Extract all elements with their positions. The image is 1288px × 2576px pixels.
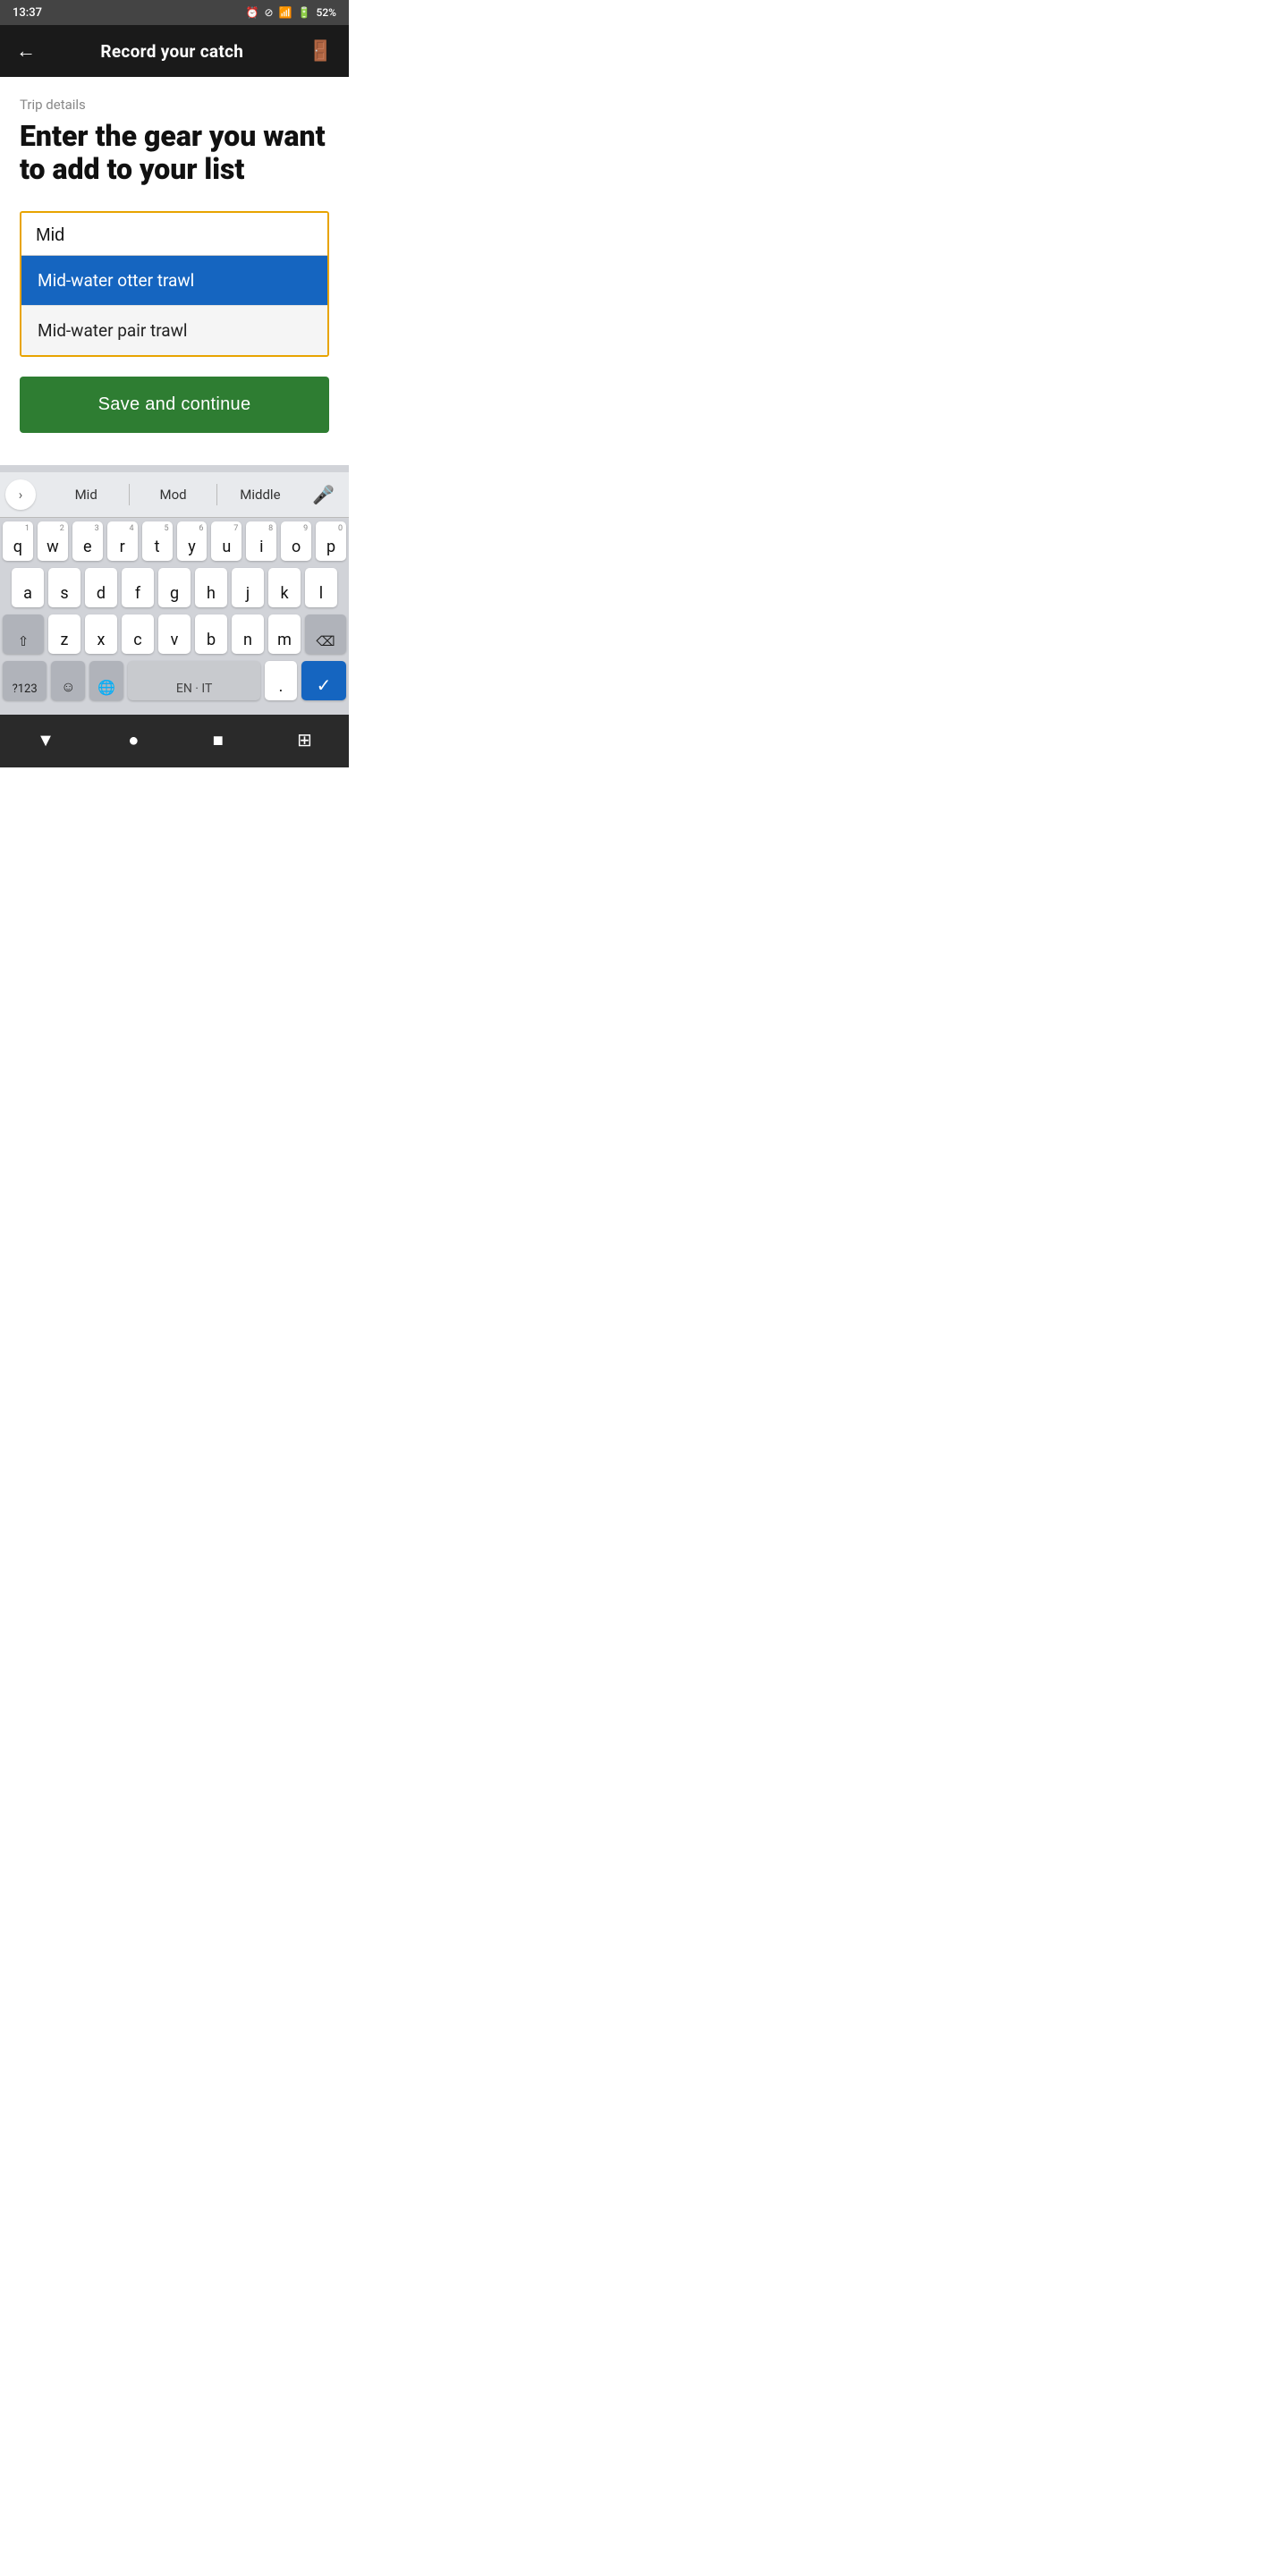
- suggestion-3[interactable]: Middle: [217, 483, 303, 506]
- suggestions-expand-button[interactable]: ›: [5, 479, 36, 510]
- back-button[interactable]: ←: [16, 39, 36, 63]
- enter-key[interactable]: ✓: [301, 661, 346, 700]
- section-label: Trip details: [20, 97, 329, 113]
- key-g[interactable]: g: [158, 568, 191, 607]
- nav-recents-button[interactable]: ■: [197, 724, 240, 757]
- nav-grid-button[interactable]: ⊞: [281, 724, 328, 756]
- keyboard-area: › Mid Mod Middle 🎤 1q 2w 3e 4r 5t 6y 7u …: [0, 465, 349, 715]
- key-i[interactable]: 8i: [246, 521, 276, 561]
- key-r[interactable]: 4r: [107, 521, 138, 561]
- key-s[interactable]: s: [48, 568, 80, 607]
- key-row-1: 1q 2w 3e 4r 5t 6y 7u 8i 9o 0p: [3, 521, 346, 561]
- gear-search-input[interactable]: [21, 213, 327, 256]
- globe-key[interactable]: 🌐: [89, 661, 123, 700]
- key-z[interactable]: z: [48, 614, 80, 654]
- key-l[interactable]: l: [305, 568, 337, 607]
- key-w[interactable]: 2w: [38, 521, 68, 561]
- language-space-key[interactable]: EN · IT: [128, 661, 260, 700]
- key-c[interactable]: c: [122, 614, 154, 654]
- emoji-key[interactable]: ☺: [51, 661, 85, 700]
- key-d[interactable]: d: [85, 568, 117, 607]
- key-o[interactable]: 9o: [281, 521, 311, 561]
- key-u[interactable]: 7u: [211, 521, 242, 561]
- signal-icon: 📶: [279, 6, 292, 19]
- save-continue-button[interactable]: Save and continue: [20, 377, 329, 433]
- status-bar: 13:37 ⏰ ⊘ 📶 🔋 52%: [0, 0, 349, 25]
- key-h[interactable]: h: [195, 568, 227, 607]
- nav-home-button[interactable]: ●: [112, 724, 155, 757]
- key-a[interactable]: a: [12, 568, 44, 607]
- dropdown-option-2[interactable]: Mid-water pair trawl: [21, 305, 327, 355]
- key-q[interactable]: 1q: [3, 521, 33, 561]
- key-m[interactable]: m: [268, 614, 301, 654]
- key-k[interactable]: k: [268, 568, 301, 607]
- key-v[interactable]: v: [158, 614, 191, 654]
- suggestion-1[interactable]: Mid: [43, 483, 129, 506]
- key-t[interactable]: 5t: [142, 521, 173, 561]
- gear-input-container: Mid-water otter trawl Mid-water pair tra…: [20, 211, 329, 357]
- status-time: 13:37: [13, 6, 42, 20]
- key-p[interactable]: 0p: [316, 521, 346, 561]
- num123-key[interactable]: ?123: [3, 661, 47, 700]
- key-n[interactable]: n: [232, 614, 264, 654]
- key-e[interactable]: 3e: [72, 521, 103, 561]
- key-j[interactable]: j: [232, 568, 264, 607]
- battery-percent: 52%: [317, 6, 336, 19]
- main-content: Trip details Enter the gear you want to …: [0, 77, 349, 449]
- suggestion-2[interactable]: Mod: [130, 483, 216, 506]
- logout-button[interactable]: 🚪: [309, 40, 333, 63]
- period-key[interactable]: .: [265, 661, 297, 700]
- app-bar: ← Record your catch 🚪: [0, 25, 349, 77]
- key-row-3: ⇧ z x c v b n m ⌫: [3, 614, 346, 654]
- backspace-key[interactable]: ⌫: [305, 614, 346, 654]
- dropdown-option-1[interactable]: Mid-water otter trawl: [21, 256, 327, 305]
- mic-icon[interactable]: 🎤: [303, 480, 343, 509]
- key-b[interactable]: b: [195, 614, 227, 654]
- suggestions-bar: › Mid Mod Middle 🎤: [0, 472, 349, 518]
- key-x[interactable]: x: [85, 614, 117, 654]
- key-row-4: ?123 ☺ 🌐 EN · IT . ✓: [3, 661, 346, 700]
- clock-icon: ⏰: [246, 6, 259, 19]
- key-f[interactable]: f: [122, 568, 154, 607]
- key-row-2: a s d f g h j k l: [3, 568, 346, 607]
- keyboard: 1q 2w 3e 4r 5t 6y 7u 8i 9o 0p a s d f g …: [0, 518, 349, 711]
- page-heading: Enter the gear you want to add to your l…: [20, 120, 329, 186]
- shift-key[interactable]: ⇧: [3, 614, 44, 654]
- status-icons: ⏰ ⊘ 📶 🔋 52%: [246, 6, 336, 19]
- battery-icon: 🔋: [298, 6, 311, 19]
- bottom-nav: ▼ ● ■ ⊞: [0, 715, 349, 767]
- key-y[interactable]: 6y: [177, 521, 208, 561]
- nav-back-button[interactable]: ▼: [21, 724, 71, 757]
- dnd-icon: ⊘: [265, 6, 274, 19]
- app-bar-title: Record your catch: [100, 41, 243, 62]
